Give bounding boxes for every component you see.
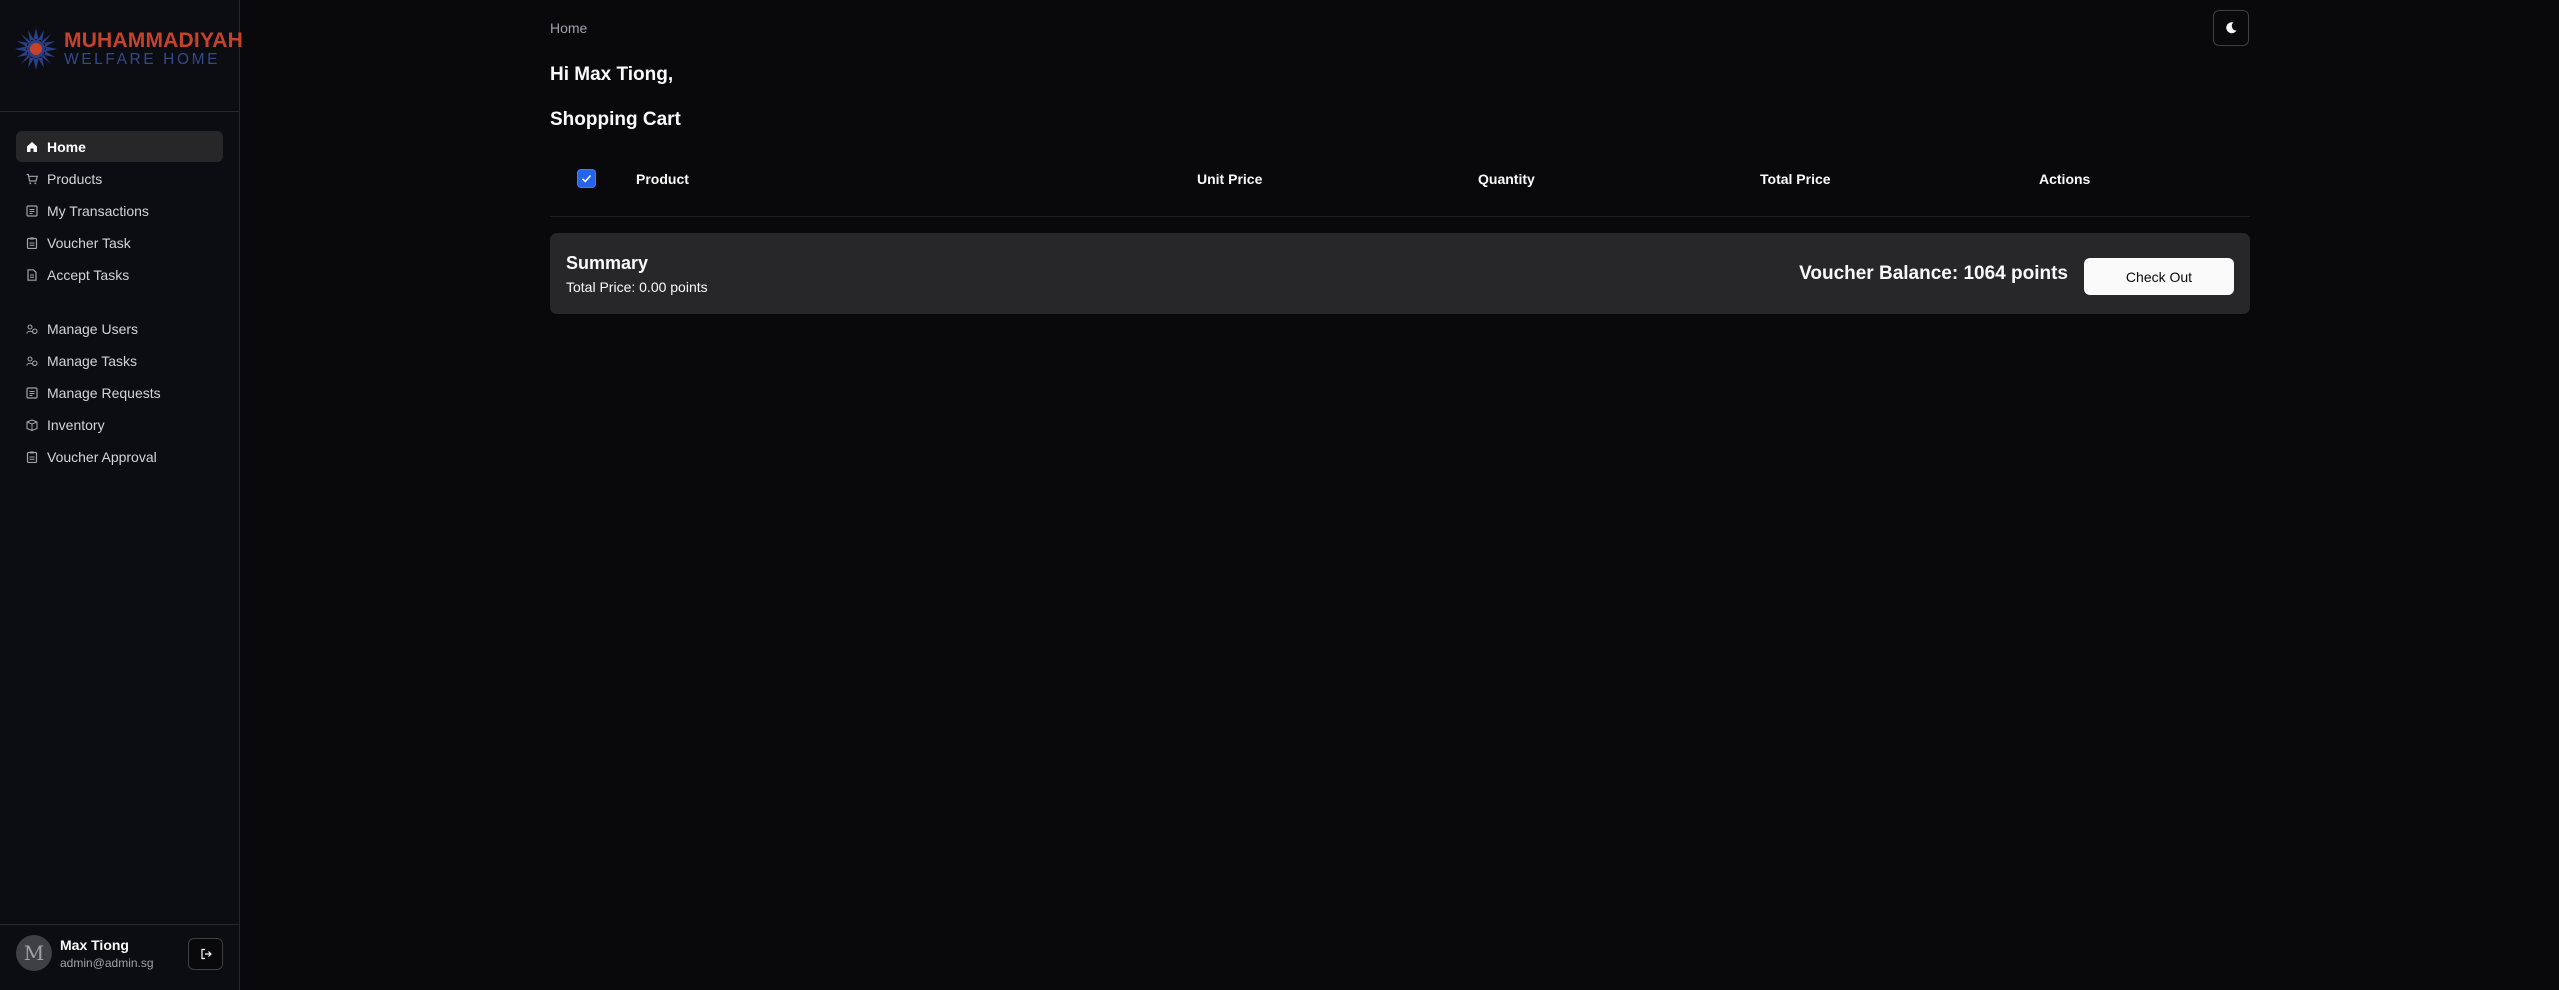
sidebar: MUHAMMADIYAH WELFARE HOME Home Products … (0, 0, 243, 990)
summary-total-price: Total Price: 0.00 points (566, 279, 708, 295)
sidebar-item-voucher-task[interactable]: Voucher Task (16, 227, 223, 258)
column-header-quantity: Quantity (1478, 171, 1535, 187)
user-name: Max Tiong (60, 937, 129, 953)
file-icon (26, 268, 38, 281)
sidebar-divider (0, 111, 240, 112)
sidebar-item-my-transactions[interactable]: My Transactions (16, 195, 223, 226)
column-header-actions: Actions (2039, 171, 2091, 187)
cart-table-header: Product Unit Price Quantity Total Price … (550, 160, 2250, 217)
greeting-heading: Hi Max Tiong, (550, 64, 674, 85)
clipboard-icon (26, 451, 38, 463)
brand-name-line2: WELFARE HOME (64, 51, 221, 69)
sidebar-item-label: Accept Tasks (47, 266, 130, 283)
column-header-product: Product (636, 171, 689, 187)
brand-name-line1: MUHAMMADIYAH (64, 29, 243, 53)
cart-icon (26, 173, 38, 185)
voucher-balance: Voucher Balance: 1064 points (1799, 263, 2068, 284)
sidebar-item-manage-users[interactable]: Manage Users (16, 313, 223, 344)
sidebar-item-label: Manage Tasks (47, 352, 138, 369)
package-icon (26, 418, 38, 431)
page-title: Shopping Cart (550, 109, 681, 130)
user-profile: M Max Tiong admin@admin.sg (0, 924, 240, 990)
sidebar-item-label: Manage Users (47, 320, 139, 337)
theme-toggle-button[interactable] (2213, 10, 2249, 46)
column-header-unit-price: Unit Price (1197, 171, 1263, 187)
summary-title: Summary (566, 253, 649, 273)
users-icon (26, 355, 38, 367)
sunburst-logo-icon (15, 28, 57, 70)
primary-nav: Home Products My Transactions Voucher Ta… (16, 131, 223, 291)
sidebar-item-products[interactable]: Products (16, 163, 223, 194)
sidebar-item-accept-tasks[interactable]: Accept Tasks (16, 259, 223, 290)
sidebar-item-voucher-approval[interactable]: Voucher Approval (16, 441, 223, 472)
transactions-icon (26, 204, 38, 217)
checkout-button[interactable]: Check Out (2084, 258, 2234, 295)
sidebar-item-label: Voucher Task (47, 234, 131, 251)
sidebar-item-label: Manage Requests (47, 384, 161, 401)
check-icon (581, 174, 592, 183)
logout-button[interactable] (188, 938, 223, 970)
sidebar-item-inventory[interactable]: Inventory (16, 409, 223, 440)
sidebar-item-label: My Transactions (47, 202, 149, 219)
user-email: admin@admin.sg (60, 956, 154, 970)
users-icon (26, 323, 38, 335)
logout-icon (200, 948, 212, 960)
moon-icon (2226, 22, 2237, 34)
sidebar-item-label: Inventory (47, 416, 105, 433)
clipboard-icon (26, 237, 38, 249)
avatar[interactable]: M (16, 935, 52, 971)
select-all-checkbox[interactable] (577, 169, 596, 188)
transactions-icon (26, 386, 38, 399)
sidebar-item-manage-tasks[interactable]: Manage Tasks (16, 345, 223, 376)
sidebar-item-label: Home (47, 138, 86, 155)
brand-logo[interactable]: MUHAMMADIYAH WELFARE HOME (14, 26, 243, 72)
sidebar-item-home[interactable]: Home (16, 131, 223, 162)
breadcrumb[interactable]: Home (550, 20, 587, 36)
sidebar-item-label: Voucher Approval (47, 448, 157, 465)
sidebar-item-manage-requests[interactable]: Manage Requests (16, 377, 223, 408)
cart-summary: Summary Total Price: 0.00 points Voucher… (550, 233, 2250, 314)
admin-nav: Manage Users Manage Tasks Manage Request… (16, 313, 223, 473)
sidebar-item-label: Products (47, 170, 103, 187)
home-icon (26, 141, 38, 153)
column-header-total-price: Total Price (1760, 171, 1831, 187)
